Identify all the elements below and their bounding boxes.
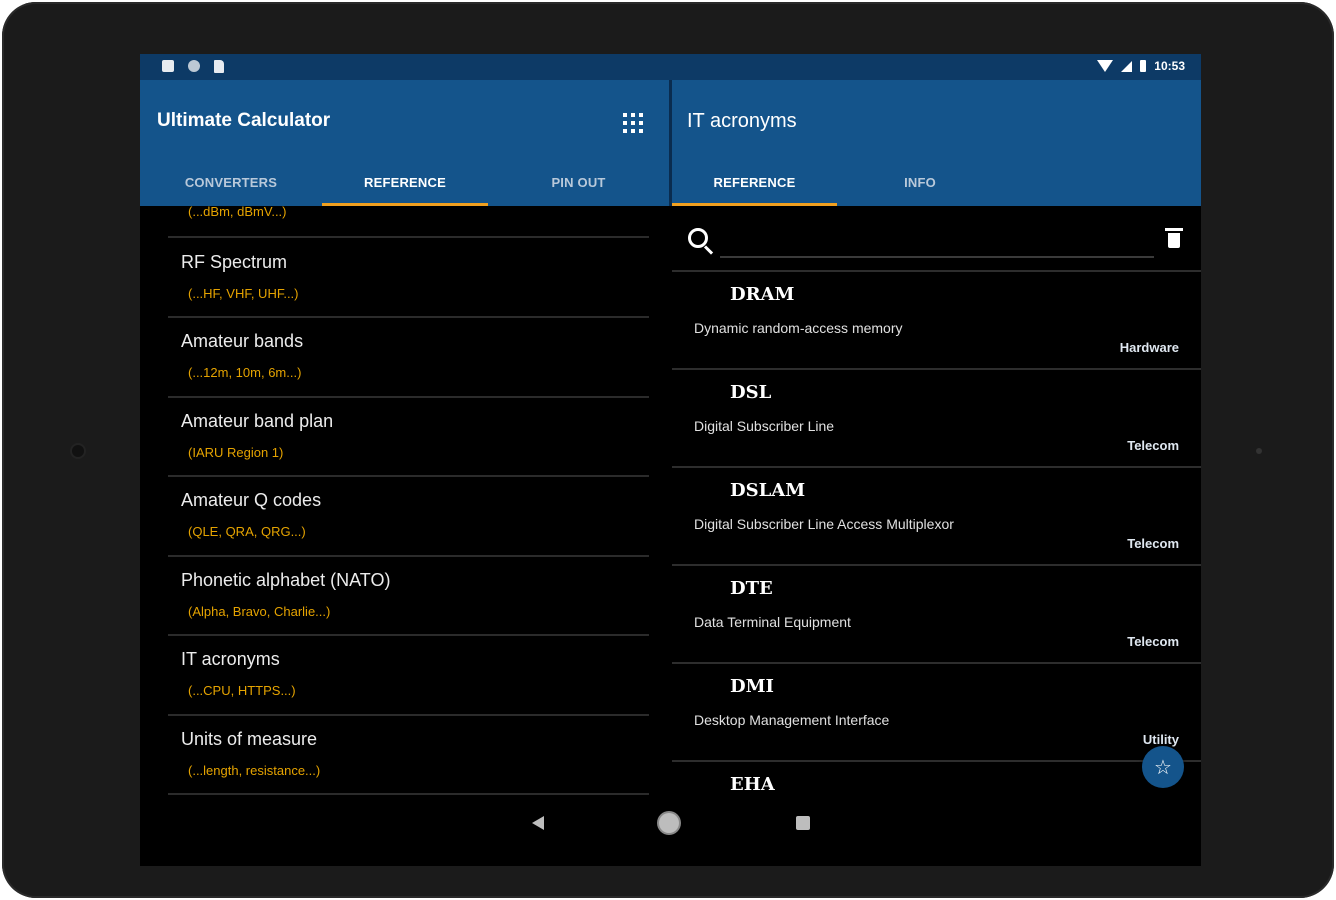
list-item-amateur-q-codes[interactable]: Amateur Q codes (QLE, QRA, QRG...) [140,482,669,562]
recent-apps-icon[interactable] [796,816,810,830]
signal-icon [1121,60,1133,72]
tab-converters[interactable]: CONVERTERS [140,158,322,206]
tab-reference[interactable]: REFERENCE [322,158,488,206]
acronym-description: Desktop Management Interface [694,712,890,728]
divider [168,236,649,238]
acronym-row-dram[interactable]: DRAM Dynamic random-access memory Hardwa… [672,272,1201,370]
right-app-bar: IT acronyms REFERENCE INFO [672,80,1201,206]
acronym-description: Data Terminal Equipment [694,614,851,630]
list-item-title: Amateur Q codes [181,490,322,510]
wifi-icon [1097,60,1114,72]
reference-pane: Ultimate Calculator CONVERTERS REFERENCE… [140,80,669,866]
list-item-title: IT acronyms [181,649,280,669]
acronym-term: DMI [730,676,774,697]
acronym-category: Telecom [1127,634,1179,649]
divider [168,396,649,398]
acronym-category: Telecom [1127,536,1179,551]
back-icon[interactable] [532,816,544,830]
list-item-title: Amateur bands [181,331,304,351]
right-tabs: REFERENCE INFO [672,158,1201,206]
search-row [672,206,1201,270]
acronym-term: DSL [730,382,772,403]
list-item-subtitle: (QLE, QRA, QRG...) [188,524,306,539]
acronym-term: DRAM [730,284,795,305]
divider [168,475,649,477]
left-app-bar: Ultimate Calculator CONVERTERS REFERENCE… [140,80,669,206]
home-icon[interactable] [659,813,679,833]
acronym-description: Digital Subscriber Line Access Multiplex… [694,516,954,532]
page-title: IT acronyms [687,110,797,132]
acronym-term: EHA [730,774,775,795]
list-item-subtitle: (...HF, VHF, UHF...) [188,286,299,301]
sync-icon [188,60,200,72]
battery-icon [1140,60,1147,72]
status-time: 10:53 [1154,59,1185,73]
divider [168,714,649,716]
acronym-category: Telecom [1127,438,1179,453]
search-icon[interactable] [688,228,708,248]
acronym-row-dsl[interactable]: DSL Digital Subscriber Line Telecom [672,370,1201,468]
tab-info[interactable]: INFO [837,158,1003,206]
list-item-rf-spectrum[interactable]: RF Spectrum (...HF, VHF, UHF...) [140,244,669,324]
left-tabs: CONVERTERS REFERENCE PIN OUT [140,158,669,206]
tablet-frame: 10:53 Ultimate Calculator CONVERTERS REF… [2,2,1334,898]
list-item-units-of-measure[interactable]: Units of measure (...length, resistance.… [140,721,669,801]
acronym-description: Digital Subscriber Line [694,418,835,434]
list-item-partial-subtitle: (...dBm, dBmV...) [188,206,287,219]
tab-pin-out[interactable]: PIN OUT [488,158,669,206]
camera-dot [72,445,84,457]
list-item-subtitle: (...length, resistance...) [188,763,321,778]
list-item-subtitle: (IARU Region 1) [188,445,284,460]
divider [168,634,649,636]
app-title: Ultimate Calculator [157,110,331,131]
system-nav-bar [140,800,1201,848]
list-item-title: Units of measure [181,729,318,749]
list-item-phonetic-alphabet[interactable]: Phonetic alphabet (NATO) (Alpha, Bravo, … [140,562,669,642]
screen: 10:53 Ultimate Calculator CONVERTERS REF… [140,54,1201,866]
star-icon: ☆ [1154,756,1172,779]
list-item-it-acronyms[interactable]: IT acronyms (...CPU, HTTPS...) [140,641,669,721]
divider [168,793,649,795]
notification-icon [162,60,174,72]
acronym-description: Dynamic random-access memory [694,320,903,336]
status-bar: 10:53 [140,54,1201,80]
tab-reference[interactable]: REFERENCE [672,158,837,206]
list-item-title: Phonetic alphabet (NATO) [181,570,391,590]
list-item-amateur-bands[interactable]: Amateur bands (...12m, 10m, 6m...) [140,323,669,403]
acronym-category: Utility [1142,732,1179,747]
acronym-list: DRAM Dynamic random-access memory Hardwa… [672,270,1201,866]
list-item-amateur-band-plan[interactable]: Amateur band plan (IARU Region 1) [140,403,669,483]
acronyms-pane: IT acronyms REFERENCE INFO DRAM Dynamic … [672,80,1201,866]
divider [168,316,649,318]
list-item-subtitle: (Alpha, Bravo, Charlie...) [188,604,331,619]
divider [168,555,649,557]
list-item-title: Amateur band plan [181,411,334,431]
list-item-subtitle: (...CPU, HTTPS...) [188,683,296,698]
acronym-row-dte[interactable]: DTE Data Terminal Equipment Telecom [672,566,1201,664]
apps-grid-icon[interactable] [623,113,643,133]
sd-card-icon [214,60,224,73]
acronym-category: Hardware [1119,340,1179,355]
sensor-dot [1256,448,1262,454]
list-item-title: RF Spectrum [181,252,288,272]
acronym-row-dslam[interactable]: DSLAM Digital Subscriber Line Access Mul… [672,468,1201,566]
acronym-term: DSLAM [730,480,806,501]
reference-list: (...dBm, dBmV...) RF Spectrum (...HF, VH… [140,206,669,866]
trash-icon[interactable] [1165,228,1183,248]
acronym-row-dmi[interactable]: DMI Desktop Management Interface Utility [672,664,1201,762]
search-input[interactable] [720,228,1154,258]
favorite-star-button[interactable]: ☆ [1142,746,1184,788]
acronym-term: DTE [730,578,773,599]
list-item-subtitle: (...12m, 10m, 6m...) [188,365,302,380]
